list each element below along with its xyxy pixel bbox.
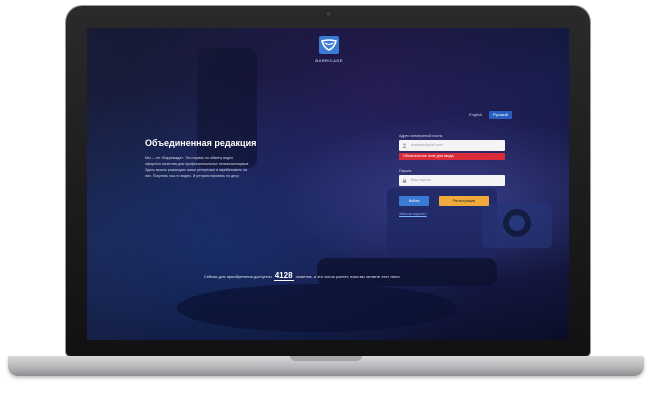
- page-title: Объединенная редакция: [145, 138, 257, 148]
- language-english[interactable]: English: [465, 111, 486, 119]
- register-button[interactable]: Регистрация: [439, 196, 489, 206]
- description-line: эфирного качества для профессиональных т…: [145, 162, 250, 166]
- laptop-notch: [290, 356, 362, 361]
- language-russian[interactable]: Русский: [489, 111, 512, 119]
- password-placeholder: Ваш пароль: [411, 178, 432, 182]
- email-label: Адрес электронной почты: [399, 134, 443, 138]
- webcam: [326, 11, 331, 16]
- lock-icon: [402, 178, 407, 183]
- description-line: Мы — не «Баррикада». Это сервис по обмен…: [145, 156, 234, 160]
- email-placeholder: example@mail.com: [411, 143, 443, 147]
- status-suffix: сюжетов, и это число растет, пока вы чит…: [295, 274, 401, 279]
- email-error-message: Обязательное поле для ввода: [399, 153, 505, 160]
- status-message: Сейчас для приобретения доступны 4128 сю…: [204, 271, 401, 281]
- user-icon: [402, 143, 407, 148]
- logo[interactable]: [319, 36, 339, 54]
- description-line: Здесь можно размещать ваши репортажи и з…: [145, 168, 247, 172]
- logo-icon: [321, 39, 337, 51]
- email-field[interactable]: example@mail.com: [399, 140, 505, 151]
- screen: BARRICADE English Русский Объединенная р…: [87, 28, 569, 340]
- description-line: них. Покупать чьи-то видео. И ретранслир…: [145, 174, 240, 178]
- password-field[interactable]: Ваш пароль: [399, 175, 505, 186]
- password-label: Пароль: [399, 169, 412, 173]
- login-button[interactable]: Войти: [399, 196, 429, 206]
- brand-name: BARRICADE: [315, 58, 343, 63]
- available-count: 4128: [273, 271, 294, 281]
- forgot-password-link[interactable]: Забыли пароль?: [399, 212, 427, 216]
- status-prefix: Сейчас для приобретения доступны: [204, 274, 272, 279]
